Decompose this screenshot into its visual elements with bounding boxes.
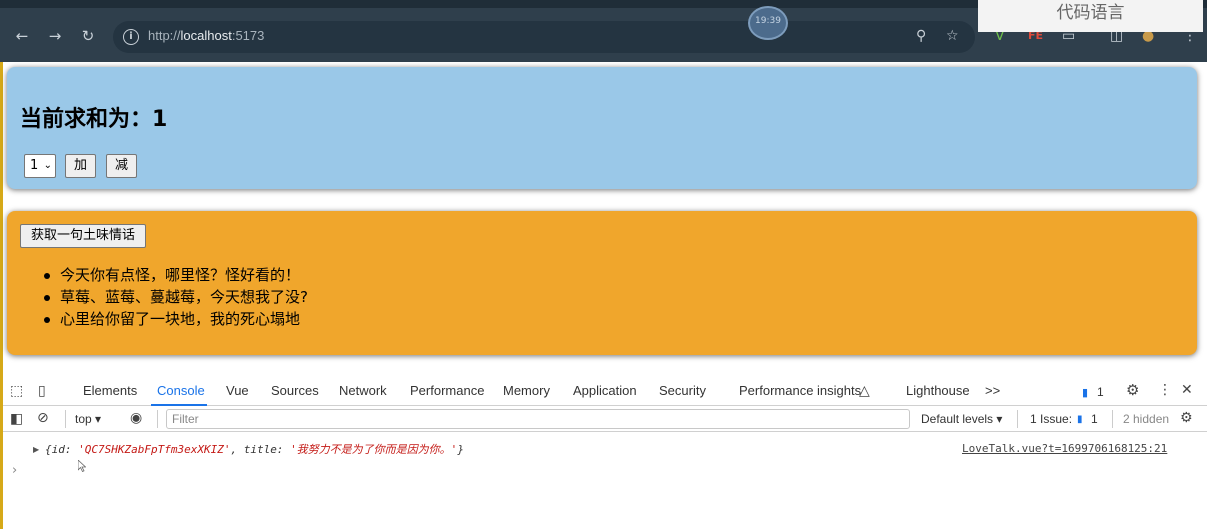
default-levels-dropdown[interactable]: Default levels ▾ xyxy=(921,412,1002,426)
issues-count: 1 xyxy=(1091,412,1098,426)
more-options-icon[interactable]: ⋮ xyxy=(1158,382,1172,398)
reload-icon[interactable]: ↻ xyxy=(78,26,98,46)
clock-widget: 19:39 xyxy=(748,6,788,40)
sum-title: 当前求和为：1 xyxy=(20,107,168,132)
filter-placeholder: Filter xyxy=(172,412,199,426)
live-expression-eye-icon[interactable]: ◉ xyxy=(130,410,142,426)
inspect-element-icon[interactable]: ⬚ xyxy=(10,383,23,399)
forward-icon[interactable]: → xyxy=(45,26,65,46)
divider xyxy=(65,410,66,428)
zoom-icon[interactable]: ⚲ xyxy=(916,27,926,45)
url-text[interactable]: http://localhost:5173 xyxy=(148,28,264,43)
clear-console-icon[interactable]: ⊘ xyxy=(37,410,49,426)
love-talk-list: 今天你有点怪，哪里怪？怪好看的！ 草莓、蓝莓、蔓越莓，今天想我了没? 心里给你留… xyxy=(42,264,308,330)
filter-input[interactable] xyxy=(166,409,910,429)
issue-badge-icon: ▮ xyxy=(1077,414,1083,425)
tab-network[interactable]: Network xyxy=(339,383,387,398)
console-source-link[interactable]: LoveTalk.vue?t=1699706168125:21 xyxy=(962,442,1167,455)
fetch-love-talk-button[interactable]: 获取一句土味情话 xyxy=(20,224,146,248)
minus-button[interactable]: 减 xyxy=(106,154,137,178)
messages-count: 1 xyxy=(1097,385,1104,399)
device-toolbar-icon[interactable]: ▯ xyxy=(38,383,46,399)
divider xyxy=(157,410,158,428)
add-button[interactable]: 加 xyxy=(65,154,96,178)
list-item: 心里给你留了一块地，我的死心塌地 xyxy=(42,308,308,330)
tab-vue[interactable]: Vue xyxy=(226,383,249,398)
tab-sources[interactable]: Sources xyxy=(271,383,319,398)
tab-security[interactable]: Security xyxy=(659,383,706,398)
console-log-entry[interactable]: {id: 'QC7SHKZabFpTfm3exXKIZ', title: '我努… xyxy=(45,441,464,457)
console-settings-icon[interactable]: ⚙ xyxy=(1180,410,1193,426)
mouse-cursor-icon xyxy=(78,460,86,472)
console-prompt-icon[interactable]: › xyxy=(12,463,17,478)
count-card xyxy=(7,67,1197,189)
back-icon[interactable]: ← xyxy=(12,26,32,46)
expand-triangle-icon[interactable]: ▶ xyxy=(33,442,39,458)
step-select-value: 1 xyxy=(30,158,39,173)
tab-memory[interactable]: Memory xyxy=(503,383,550,398)
site-info-icon[interactable]: i xyxy=(123,29,139,45)
hidden-count: 2 hidden xyxy=(1123,412,1170,426)
tab-lighthouse[interactable]: Lighthouse xyxy=(906,383,970,398)
divider xyxy=(1112,410,1113,428)
tab-console[interactable]: Console xyxy=(157,383,205,398)
tab-performance[interactable]: Performance xyxy=(410,383,484,398)
flask-icon: △ xyxy=(859,383,870,399)
issues-label[interactable]: 1 Issue: xyxy=(1030,412,1072,426)
watermark-text: 代码语言 xyxy=(978,0,1203,32)
divider xyxy=(1017,410,1018,428)
context-select[interactable]: top ▾ xyxy=(75,412,101,426)
tab-application[interactable]: Application xyxy=(573,383,637,398)
more-tabs-button[interactable]: >> xyxy=(985,383,1000,398)
close-icon[interactable]: ✕ xyxy=(1181,382,1193,398)
chevron-down-icon: ⌄ xyxy=(43,160,52,171)
list-item: 今天你有点怪，哪里怪？怪好看的！ xyxy=(42,264,308,286)
sidebar-toggle-icon[interactable]: ◧ xyxy=(10,411,23,427)
settings-gear-icon[interactable]: ⚙ xyxy=(1126,382,1139,398)
messages-icon[interactable]: ▮ xyxy=(1082,385,1088,401)
tab-performance-insights[interactable]: Performance insights xyxy=(739,383,861,398)
tab-elements[interactable]: Elements xyxy=(83,383,137,398)
step-select[interactable]: 1 ⌄ xyxy=(24,154,56,178)
bookmark-star-icon[interactable]: ☆ xyxy=(946,27,959,45)
list-item: 草莓、蓝莓、蔓越莓，今天想我了没? xyxy=(42,286,308,308)
